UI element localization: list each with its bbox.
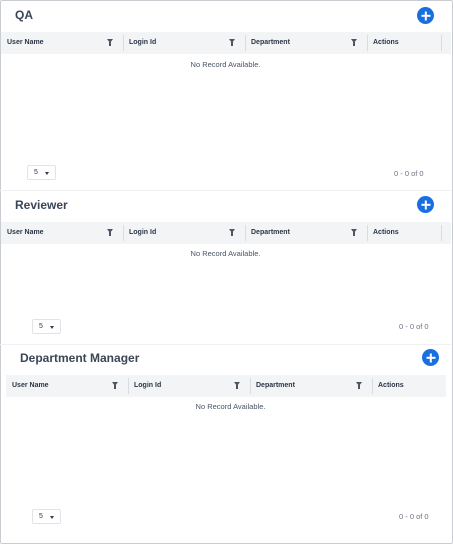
filter-icon[interactable]: [229, 39, 235, 46]
add-department-manager-button[interactable]: [422, 349, 439, 366]
column-divider: [441, 35, 442, 51]
filter-icon[interactable]: [112, 382, 118, 389]
column-divider: [441, 225, 442, 241]
column-header-department[interactable]: Department: [250, 375, 372, 397]
table-header: User Name Login Id Department Actions: [6, 375, 446, 397]
empty-message: No Record Available.: [195, 402, 266, 411]
section-qa: QA User Name Login Id Department Actions…: [0, 0, 451, 190]
page-size-select[interactable]: 5: [32, 319, 61, 334]
page-size-select[interactable]: 5: [27, 165, 56, 180]
column-header-login-id[interactable]: Login Id: [123, 32, 245, 54]
column-header-user-name[interactable]: User Name: [1, 32, 123, 54]
filter-icon[interactable]: [351, 39, 357, 46]
section-department-manager: Department Manager User Name Login Id De…: [0, 344, 451, 542]
section-title: Department Manager: [20, 351, 140, 365]
page-size-select[interactable]: 5: [32, 509, 61, 524]
table-header: User Name Login Id Department Actions: [1, 32, 451, 54]
table-header: User Name Login Id Department Actions: [1, 222, 451, 244]
column-header-actions: Actions: [378, 382, 404, 389]
empty-message: No Record Available.: [190, 249, 261, 258]
chevron-down-icon: [50, 516, 54, 519]
chevron-down-icon: [45, 172, 49, 175]
chevron-down-icon: [50, 326, 54, 329]
pagination-range: 0 - 0 of 0: [399, 322, 429, 331]
section-title: QA: [15, 8, 33, 22]
column-header-user-name[interactable]: User Name: [1, 222, 123, 244]
column-header-department[interactable]: Department: [245, 222, 367, 244]
pagination-range: 0 - 0 of 0: [394, 169, 424, 178]
section-title: Reviewer: [15, 198, 68, 212]
add-qa-button[interactable]: [417, 7, 434, 24]
pagination-range: 0 - 0 of 0: [399, 512, 429, 521]
filter-icon[interactable]: [107, 229, 113, 236]
empty-message: No Record Available.: [190, 60, 261, 69]
column-header-user-name[interactable]: User Name: [6, 375, 128, 397]
filter-icon[interactable]: [351, 229, 357, 236]
column-header-login-id[interactable]: Login Id: [123, 222, 245, 244]
column-header-login-id[interactable]: Login Id: [128, 375, 250, 397]
column-header-department[interactable]: Department: [245, 32, 367, 54]
filter-icon[interactable]: [356, 382, 362, 389]
column-header-actions: Actions: [373, 39, 399, 46]
filter-icon[interactable]: [107, 39, 113, 46]
add-reviewer-button[interactable]: [417, 196, 434, 213]
filter-icon[interactable]: [229, 229, 235, 236]
column-header-actions: Actions: [373, 229, 399, 236]
filter-icon[interactable]: [234, 382, 240, 389]
section-reviewer: Reviewer User Name Login Id Department A…: [0, 190, 451, 344]
